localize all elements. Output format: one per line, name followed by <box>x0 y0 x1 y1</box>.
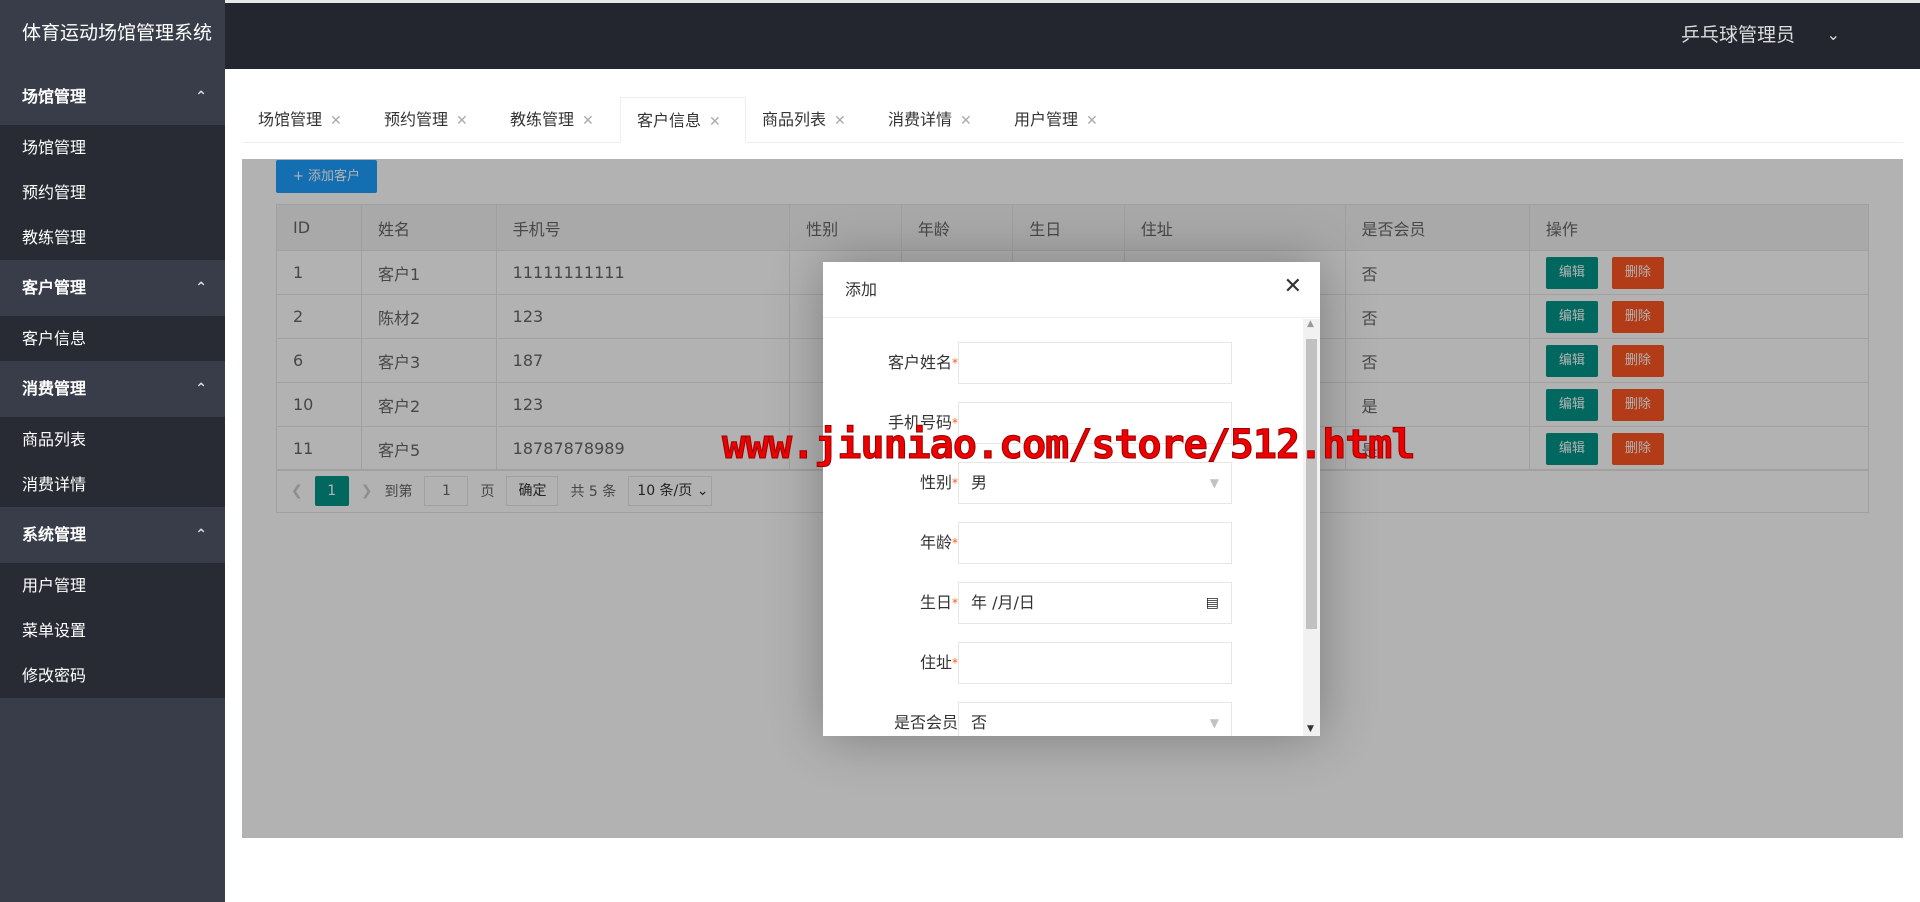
chevron-down-icon[interactable]: ⌄ <box>1827 3 1840 67</box>
sidebar-item[interactable]: 教练管理 <box>0 215 225 260</box>
form-row: 客户姓名* <box>823 342 1303 384</box>
chevron-up-icon: ⌃ <box>195 280 207 296</box>
sidebar-group[interactable]: 客户管理 ⌃ <box>0 260 225 316</box>
sidebar-item[interactable]: 预约管理 <box>0 170 225 215</box>
tab[interactable]: 用户管理 ✕ <box>998 97 1124 143</box>
sidebar-item[interactable]: 场馆管理 <box>0 125 225 170</box>
chevron-up-icon: ⌃ <box>195 381 207 397</box>
top-header: 乒乓球管理员 ⌄ <box>225 0 1920 69</box>
field-label: 年龄* <box>919 533 958 552</box>
watermark: www.jiuniao.com/store/512.html <box>721 422 1415 469</box>
field-input[interactable]: 男 ▼ <box>958 462 1232 504</box>
form-row: 性别* 男 ▼ <box>823 462 1303 504</box>
field-input[interactable]: 年 /月/日 ▤ <box>958 582 1232 624</box>
sidebar-item[interactable]: 消费详情 <box>0 462 225 507</box>
tab[interactable]: 预约管理 ✕ <box>368 97 494 143</box>
close-tab-icon[interactable]: ✕ <box>960 113 972 129</box>
tab[interactable]: 消费详情 ✕ <box>872 97 998 143</box>
field-input[interactable] <box>958 342 1232 384</box>
field-input[interactable]: 否 ▼ <box>958 702 1232 736</box>
dropdown-arrow-icon: ▼ <box>1209 716 1219 730</box>
sidebar-item[interactable]: 菜单设置 <box>0 608 225 653</box>
close-tab-icon[interactable]: ✕ <box>330 113 342 129</box>
close-tab-icon[interactable]: ✕ <box>582 113 594 129</box>
field-label: 是否会员 <box>893 713 958 732</box>
tab[interactable]: 客户信息 ✕ <box>620 97 746 143</box>
form-row: 是否会员否 ▼ <box>823 702 1303 736</box>
tab-bar: 场馆管理 ✕ 预约管理 ✕ 教练管理 ✕ 客户信息 ✕ 商品列表 ✕ 消费详情 ✕ 用户管理 ✕ <box>242 97 1903 143</box>
sidebar-item[interactable]: 用户管理 <box>0 563 225 608</box>
form-row: 住址* <box>823 642 1303 684</box>
dialog-title: 添加 <box>823 262 1320 318</box>
field-input[interactable] <box>958 522 1232 564</box>
scrollbar[interactable]: ▲ ▼ <box>1303 319 1320 736</box>
dropdown-arrow-icon: ▼ <box>1209 476 1219 490</box>
sidebar-group[interactable]: 消费管理 ⌃ <box>0 361 225 417</box>
field-label: 住址* <box>919 653 958 672</box>
app-title: 体育运动场馆管理系统 <box>0 0 225 69</box>
close-icon[interactable]: ✕ <box>1284 274 1302 299</box>
field-input[interactable] <box>958 642 1232 684</box>
sidebar-group[interactable]: 系统管理 ⌃ <box>0 507 225 563</box>
user-menu[interactable]: 乒乓球管理员 <box>1681 3 1795 67</box>
sidebar-item[interactable]: 商品列表 <box>0 417 225 462</box>
sidebar-item[interactable]: 修改密码 <box>0 653 225 698</box>
close-tab-icon[interactable]: ✕ <box>709 114 721 130</box>
close-tab-icon[interactable]: ✕ <box>456 113 468 129</box>
add-customer-dialog: 添加 ✕ ▲ ▼ 客户姓名* 手机号码* 性别* 男 ▼ 年龄* 生日* 年 /月/日 ▤ 住址* 是… <box>823 262 1320 736</box>
form-row: 生日* 年 /月/日 ▤ <box>823 582 1303 624</box>
close-tab-icon[interactable]: ✕ <box>834 113 846 129</box>
chevron-up-icon: ⌃ <box>195 89 207 105</box>
sidebar: 体育运动场馆管理系统 场馆管理 ⌃ 场馆管理 预约管理 教练管理 客户管理 ⌃ 客户信息 消费管… <box>0 0 225 902</box>
form-row: 年龄* <box>823 522 1303 564</box>
field-label: 客户姓名* <box>887 353 958 372</box>
sidebar-group[interactable]: 场馆管理 ⌃ <box>0 69 225 125</box>
close-tab-icon[interactable]: ✕ <box>1086 113 1098 129</box>
chevron-up-icon: ⌃ <box>195 527 207 543</box>
field-label: 性别* <box>919 473 958 492</box>
field-label: 生日* <box>919 593 958 612</box>
sidebar-item[interactable]: 客户信息 <box>0 316 225 361</box>
dialog-form: ▲ ▼ 客户姓名* 手机号码* 性别* 男 ▼ 年龄* 生日* 年 /月/日 ▤ 住址* 是否会员否 ▼ <box>823 319 1320 736</box>
tab[interactable]: 教练管理 ✕ <box>494 97 620 143</box>
tab[interactable]: 场馆管理 ✕ <box>242 97 368 143</box>
calendar-icon[interactable]: ▤ <box>1206 583 1219 623</box>
tab[interactable]: 商品列表 ✕ <box>746 97 872 143</box>
